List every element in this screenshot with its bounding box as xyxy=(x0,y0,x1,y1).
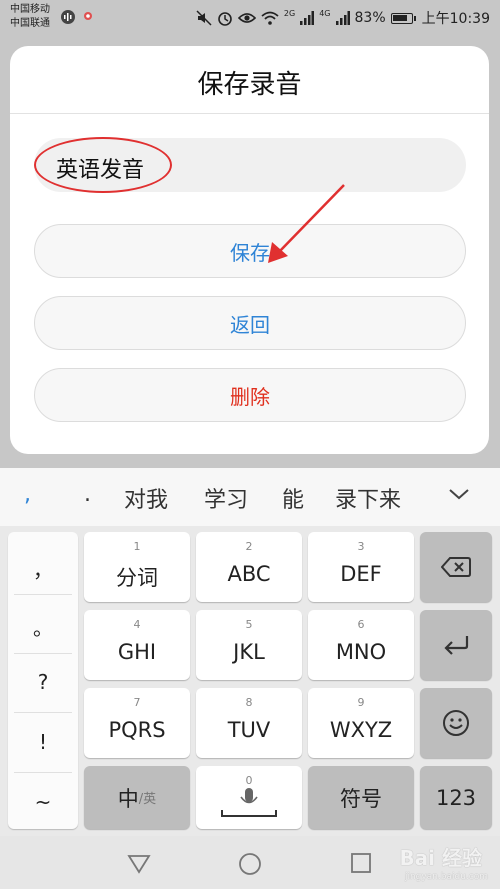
save-button[interactable]: 保存 xyxy=(34,224,466,278)
home-icon[interactable] xyxy=(238,852,262,876)
numeric-key[interactable]: 123 xyxy=(420,766,492,829)
voice-icon xyxy=(61,10,75,24)
divider xyxy=(14,653,72,654)
candidate-word[interactable]: 学习 xyxy=(204,482,248,514)
backspace-key[interactable] xyxy=(420,532,492,602)
annotation-circle xyxy=(34,137,172,193)
candidate-word[interactable]: 对我 xyxy=(124,482,168,514)
signal-icon xyxy=(300,11,315,25)
eye-icon xyxy=(237,13,256,23)
candidate-word[interactable]: 录下来 xyxy=(335,482,401,514)
key-1-fenci[interactable]: 1 分词 xyxy=(84,532,190,602)
key-label: MNO xyxy=(335,640,387,664)
notification-icon xyxy=(84,12,92,20)
key-label: ABC xyxy=(227,562,271,586)
candidate-word[interactable]: 能 xyxy=(282,482,304,514)
punct-key[interactable]: ? xyxy=(8,670,78,694)
battery-percent: 83% xyxy=(354,10,386,26)
symbol-key-label: 符号 xyxy=(340,786,382,811)
back-icon[interactable] xyxy=(127,852,151,874)
signal-icon xyxy=(335,11,350,25)
candidate-dot[interactable]: . xyxy=(84,482,91,507)
key-label: WXYZ xyxy=(329,718,393,742)
symbol-key[interactable]: 符号 xyxy=(308,766,414,829)
watermark-url: jingyan.baidu.com xyxy=(404,872,488,882)
key-number: 5 xyxy=(245,618,253,631)
punct-key[interactable]: ， xyxy=(8,554,78,583)
mute-icon xyxy=(196,10,212,26)
key-label: PQRS xyxy=(108,718,166,742)
punct-key[interactable]: 。 xyxy=(8,612,78,641)
carrier-2: 中国联通 xyxy=(10,18,50,29)
punct-key[interactable]: ~ xyxy=(8,790,78,814)
watermark-logo: Bai 经验 xyxy=(399,846,482,870)
back-button[interactable]: 返回 xyxy=(34,296,466,350)
key-number: 2 xyxy=(245,540,253,553)
network-4g-label: 4G xyxy=(319,8,331,18)
emoji-key[interactable] xyxy=(420,688,492,758)
key-label: GHI xyxy=(117,640,157,664)
chevron-down-icon[interactable] xyxy=(446,486,472,502)
key-6-mno[interactable]: 6 MNO xyxy=(308,610,414,680)
save-button-label: 保存 xyxy=(230,240,270,265)
divider xyxy=(14,712,72,713)
candidate-comma[interactable]: , xyxy=(24,482,31,507)
key-label: DEF xyxy=(340,562,382,586)
key-4-ghi[interactable]: 4 GHI xyxy=(84,610,190,680)
wifi-icon xyxy=(261,11,279,25)
space-key[interactable]: 0 xyxy=(196,766,302,829)
key-number: 4 xyxy=(133,618,141,631)
status-right: 2G 4G 83% 上午10:39 xyxy=(196,8,490,28)
key-number: 9 xyxy=(357,696,365,709)
carrier-names: 中国移动 中国联通 xyxy=(10,3,50,31)
smiley-icon xyxy=(443,710,469,736)
divider xyxy=(14,594,72,595)
enter-key[interactable] xyxy=(420,610,492,680)
key-label: TUV xyxy=(227,718,271,742)
key-number: 3 xyxy=(357,540,365,553)
punct-key[interactable]: ! xyxy=(8,730,78,754)
lang-main-label: 中 xyxy=(117,786,139,811)
key-label: 分词 xyxy=(116,566,158,590)
punctuation-column: ， 。 ? ! ~ xyxy=(8,532,78,829)
numeric-key-label: 123 xyxy=(435,785,477,810)
alarm-icon xyxy=(218,12,232,26)
key-label: JKL xyxy=(233,640,265,664)
dialog-title: 保存录音 xyxy=(197,70,302,100)
backspace-icon xyxy=(441,557,471,577)
language-switch-key[interactable]: 中 /英 xyxy=(84,766,190,829)
divider xyxy=(10,113,489,114)
network-2g-label: 2G xyxy=(283,8,296,18)
key-2-abc[interactable]: 2 ABC xyxy=(196,532,302,602)
delete-button-label: 删除 xyxy=(230,384,270,409)
battery-icon xyxy=(390,12,416,24)
enter-icon xyxy=(444,636,469,655)
lang-sub-label: /英 xyxy=(138,792,157,807)
save-recording-dialog: 保存录音 英语发音 保存 返回 删除 xyxy=(10,46,489,454)
key-9-wxyz[interactable]: 9 WXYZ xyxy=(308,688,414,758)
key-5-jkl[interactable]: 5 JKL xyxy=(196,610,302,680)
back-button-label: 返回 xyxy=(230,312,270,337)
key-7-pqrs[interactable]: 7 PQRS xyxy=(84,688,190,758)
key-number: 6 xyxy=(357,618,365,631)
recent-apps-icon[interactable] xyxy=(350,852,372,874)
microphone-icon xyxy=(221,788,277,817)
carrier-1: 中国移动 xyxy=(10,4,50,15)
divider xyxy=(14,772,72,773)
clock: 上午10:39 xyxy=(421,11,490,27)
key-number: 7 xyxy=(133,696,141,709)
status-bar: 中国移动 中国联通 2G 4G 83% 上午10:39 xyxy=(0,0,500,36)
key-3-def[interactable]: 3 DEF xyxy=(308,532,414,602)
key-8-tuv[interactable]: 8 TUV xyxy=(196,688,302,758)
ime-keyboard: ， 。 ? ! ~ 1 分词 2 ABC 3 DEF 4 GHI 5 JKL 6… xyxy=(0,526,500,836)
key-number: 8 xyxy=(245,696,253,709)
key-number: 1 xyxy=(133,540,141,553)
ime-candidate-bar: , . 对我 学习 能 录下来 xyxy=(0,468,500,526)
delete-button[interactable]: 删除 xyxy=(34,368,466,422)
